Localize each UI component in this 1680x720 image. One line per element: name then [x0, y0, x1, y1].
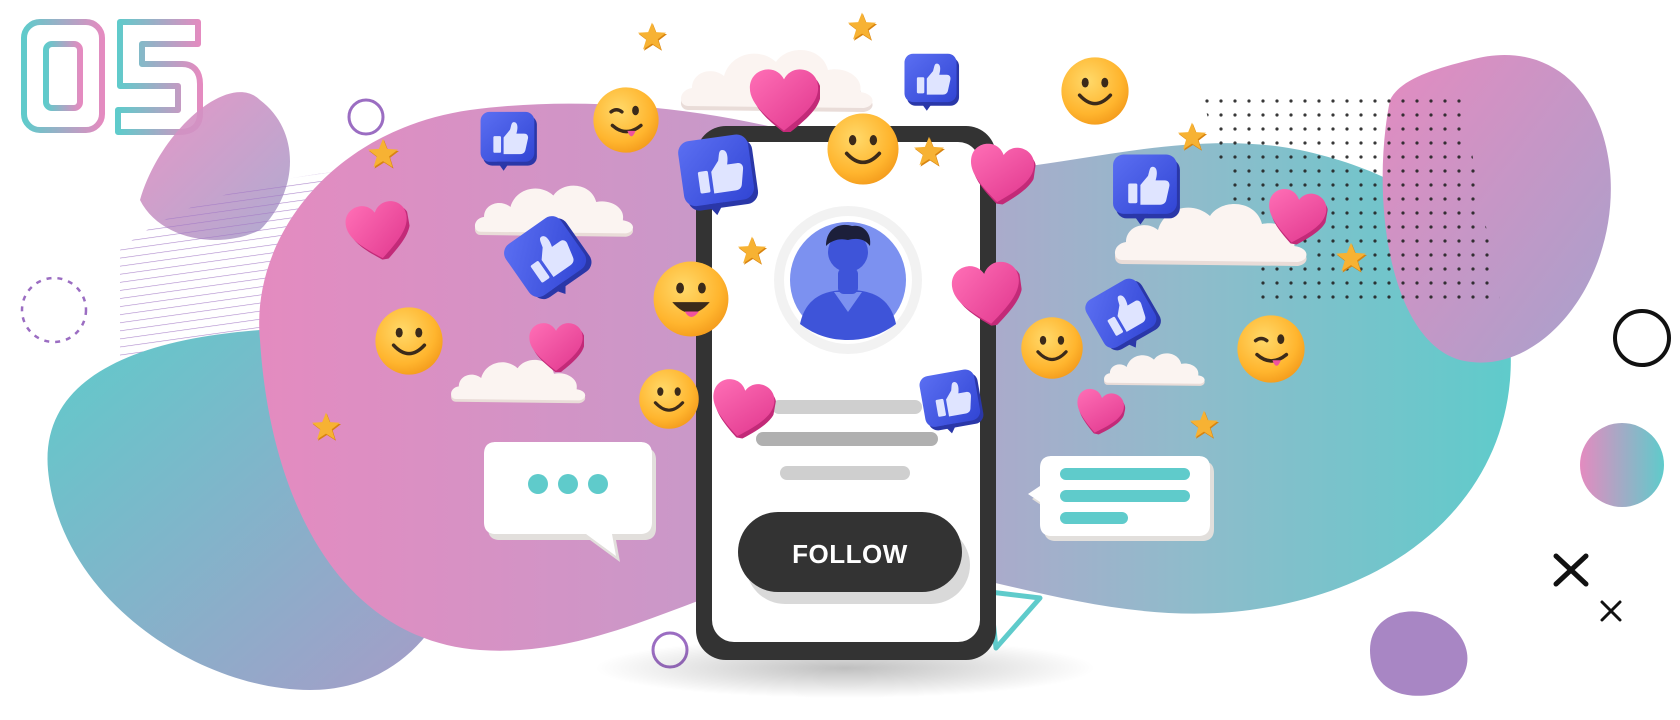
star-icon: [847, 12, 878, 41]
smiley-emoji-icon: [1020, 316, 1084, 380]
smiley-emoji-icon: [1060, 56, 1130, 126]
star-icon: [637, 22, 668, 51]
user-avatar-icon: [774, 206, 922, 354]
message-bubble-icon: [1028, 456, 1214, 541]
step-number-graphic: [21, 19, 203, 135]
profile-info-line: [756, 432, 938, 446]
tongue-emoji-icon: [653, 261, 729, 337]
thumbs-up-icon: [1113, 154, 1180, 225]
follow-button[interactable]: FOLLOW: [738, 512, 970, 604]
follow-button-label: FOLLOW: [792, 539, 908, 569]
smiley-emoji-icon: [638, 368, 700, 430]
illustration-canvas: FOLLOW: [20, 12, 1671, 698]
wink-emoji-icon: [592, 86, 660, 154]
profile-bio-line: [780, 466, 910, 480]
social-media-follow-illustration: FOLLOW: [0, 0, 1680, 720]
thumbs-up-icon: [904, 53, 960, 111]
smiley-emoji-icon: [826, 112, 900, 186]
wink-emoji-icon: [1236, 314, 1306, 384]
profile-name-line: [772, 400, 922, 414]
smiley-emoji-icon: [374, 306, 444, 376]
thumbs-up-icon: [480, 111, 537, 171]
